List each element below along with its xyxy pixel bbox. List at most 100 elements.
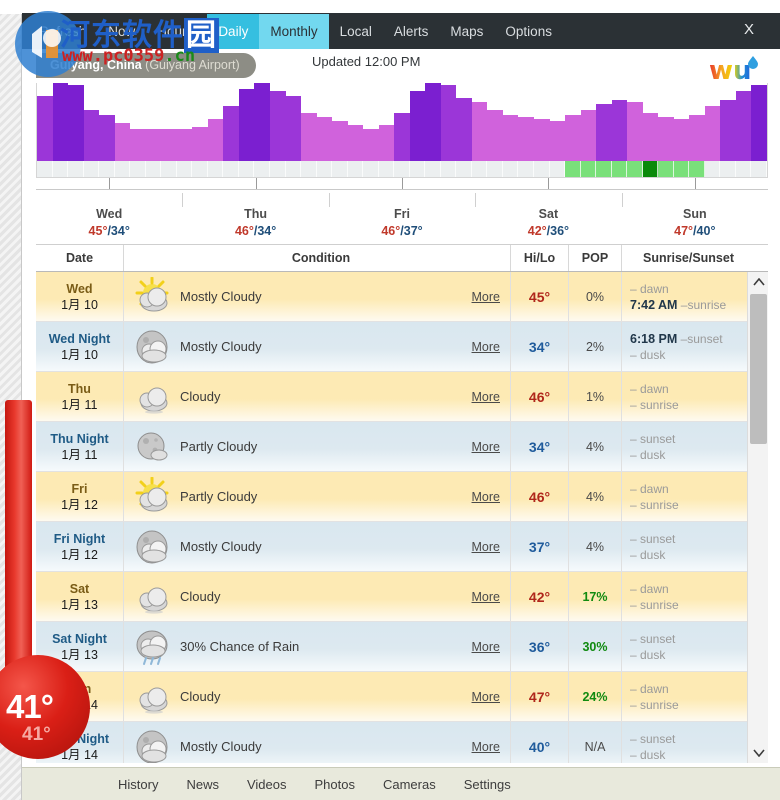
chart-bar [37,95,53,161]
top-navigation-bar: Refresh Now Hourly Daily Monthly Local Alerts M… [22,13,780,49]
column-header-condition: Condition [124,245,511,271]
row-date-cell: Sat 1月 13 [36,572,124,621]
row-date-cell: Thu 1月 11 [36,372,124,421]
chart-day-hi: 42° [527,224,547,238]
row-more-link[interactable]: More [472,340,500,354]
scroll-down-arrow-icon[interactable] [748,743,768,763]
chart-pop-cell [487,161,503,177]
row-date: 1月 14 [61,697,98,712]
row-condition-cell: 30% Chance of Rain More [124,622,511,671]
chart-pop-cell [192,161,208,177]
chart-bar [192,127,208,161]
table-row[interactable]: Fri 1月 12 Partly Cloudy More 46° 4% – dawn – su… [36,472,747,522]
chart-day-separator [182,193,184,207]
bottom-nav-videos[interactable]: Videos [233,777,301,792]
row-more-link[interactable]: More [472,640,500,654]
chart-bar [518,116,534,161]
table-row[interactable]: Thu Night 1月 11 Partly Cloudy More 34° 4% – su… [36,422,747,472]
close-window-button[interactable]: X [736,17,762,42]
row-day-name: Thu [68,381,91,396]
chart-bar [363,129,379,161]
row-temperature: 46° [511,372,569,421]
chart-pop-cell [705,161,721,177]
vertical-scrollbar[interactable] [747,272,768,763]
chart-bar [704,106,721,161]
table-row[interactable]: Sat 1月 13 Cloudy More 42° 17% – dawn – sunrise [36,572,747,622]
chart-bar [285,95,302,161]
chart-pop-cell [286,161,302,177]
row-more-link[interactable]: More [472,290,500,304]
row-condition-text: Mostly Cloudy [180,739,262,754]
chart-pop-cell [751,161,767,177]
row-more-link[interactable]: More [472,590,500,604]
row-sun-line-bottom: – sunrise [630,697,679,712]
forecast-rows: Wed 1月 10 Mostly Cloudy More 45° 0% – dawn 7:42… [36,272,747,763]
row-temperature: 34° [511,322,569,371]
chart-pop-cell [658,161,674,177]
row-sunrise-sunset-cell: – dawn – sunrise [622,572,747,621]
table-row[interactable]: Sun Night 1月 14 Mostly Cloudy More 40° N/A – s… [36,722,747,763]
table-row[interactable]: Thu 1月 11 Cloudy More 46° 1% – dawn – sunrise [36,372,747,422]
row-more-link[interactable]: More [472,390,500,404]
scroll-up-arrow-icon[interactable] [748,272,768,292]
chart-bar [658,116,674,161]
chart-day-name: Wed [96,207,123,221]
bottom-nav-history[interactable]: History [104,777,172,792]
row-sun-line-top: – dawn [630,481,669,496]
bottom-nav-cameras[interactable]: Cameras [369,777,450,792]
row-sunrise-sunset-cell: – sunset – dusk [622,422,747,471]
bottom-nav-photos[interactable]: Photos [300,777,368,792]
row-date-cell: Sun Night 1月 14 [36,722,124,763]
nav-item-hourly[interactable]: Hourly [146,14,207,49]
chart-bar [487,110,503,161]
row-sun-line-bottom: – dusk [630,447,666,462]
chart-pop-cell [394,161,410,177]
row-date: 1月 12 [61,547,98,562]
row-more-link[interactable]: More [472,690,500,704]
chart-bar [130,129,146,161]
moon-behind-cloud-icon [132,727,172,763]
nav-item-maps[interactable]: Maps [439,14,494,49]
row-sun-line-bottom: – sunrise [630,597,679,612]
table-row[interactable]: Wed Night 1月 10 Mostly Cloudy More 34° 2% 6:18… [36,322,747,372]
row-sun-line-top: 6:18 PM –sunset [630,331,723,346]
table-row[interactable]: Fri Night 1月 12 Mostly Cloudy More 37° 4% – su… [36,522,747,572]
chart-day-temps: 46°/37° [381,224,422,238]
nav-item-local[interactable]: Local [329,14,383,49]
table-row[interactable]: Sat Night 1月 13 30% Chance of Rain More 36° 3… [36,622,747,672]
chart-day-lo: 36° [550,224,570,238]
scrollbar-thumb[interactable] [750,294,767,444]
row-date-cell: Wed Night 1月 10 [36,322,124,371]
row-sunrise-sunset-cell: – dawn 7:42 AM –sunrise [622,272,747,321]
row-more-link[interactable]: More [472,490,500,504]
table-row[interactable]: Sun 1月 14 Cloudy More 47° 24% – dawn – sunrise [36,672,747,722]
chart-bar [440,85,457,161]
chart-day-name: Thu [244,207,268,221]
chart-pop-cell [53,161,69,177]
chart-day-hi: 46° [234,224,254,238]
chart-bar [565,114,581,161]
moon-behind-cloud-icon [132,327,172,367]
column-header-pop: POP [569,245,622,271]
nav-item-refresh[interactable]: Refresh [28,14,97,49]
row-temperature: 45° [511,272,569,321]
row-more-link[interactable]: More [472,740,500,754]
nav-item-monthly[interactable]: Monthly [259,13,329,49]
nav-item-daily[interactable]: Daily [207,13,260,49]
row-sun-line-top: – dawn [630,281,669,296]
chart-day-hi: 46° [381,224,401,238]
nav-item-alerts[interactable]: Alerts [383,14,440,49]
bottom-nav-news[interactable]: News [172,777,233,792]
row-pop: 2% [569,322,622,371]
row-date-cell: Fri 1月 12 [36,472,124,521]
row-more-link[interactable]: More [472,540,500,554]
table-row[interactable]: Wed 1月 10 Mostly Cloudy More 45° 0% – dawn 7:42… [36,272,747,322]
bottom-nav-settings[interactable]: Settings [450,777,525,792]
row-more-link[interactable]: More [472,440,500,454]
chart-pop-cell [317,161,333,177]
nav-item-now[interactable]: Now [97,14,146,49]
location-tab[interactable]: Guiyang, China (Guiyang Airport) [36,53,256,78]
row-sun-line-top: – sunset [630,431,676,446]
row-pop: 30% [569,622,622,671]
nav-item-options[interactable]: Options [494,14,563,49]
